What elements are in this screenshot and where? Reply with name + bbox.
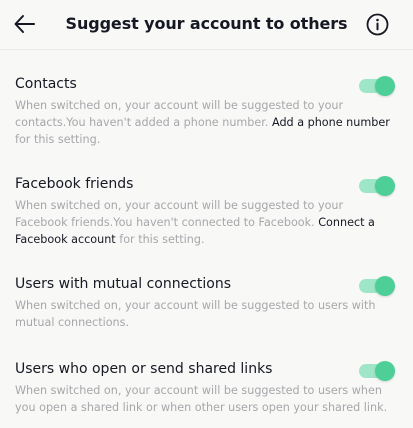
setting-label: Users who open or send shared links xyxy=(15,361,273,377)
back-button[interactable] xyxy=(12,11,38,37)
contacts-toggle[interactable] xyxy=(359,76,395,96)
suggest-account-screen: Suggest your account to others Contacts … xyxy=(0,0,413,428)
toggle-knob xyxy=(375,361,395,381)
toggle-knob xyxy=(375,276,395,296)
add-phone-number-link[interactable]: Add a phone number xyxy=(272,116,390,129)
description-suffix: for this setting. xyxy=(115,233,205,246)
facebook-friends-toggle[interactable] xyxy=(359,176,395,196)
setting-description: When switched on, your account will be s… xyxy=(15,97,393,148)
toggle-knob xyxy=(375,176,395,196)
setting-label: Users with mutual connections xyxy=(15,276,232,292)
setting-mutual-connections: Users with mutual connections When switc… xyxy=(15,276,395,332)
setting-description: When switched on, your account will be s… xyxy=(15,197,393,248)
header-bar: Suggest your account to others xyxy=(0,0,413,50)
toggle-knob xyxy=(375,76,395,96)
setting-facebook-friends: Facebook friends When switched on, your … xyxy=(15,176,395,246)
setting-shared-links: Users who open or send shared links When… xyxy=(15,361,395,417)
info-button[interactable] xyxy=(366,13,389,36)
setting-description: When switched on, your account will be s… xyxy=(15,299,376,329)
setting-label: Contacts xyxy=(15,76,77,92)
setting-description: When switched on, your account will be s… xyxy=(15,384,388,414)
arrow-left-icon xyxy=(14,15,35,33)
description-suffix: for this setting. xyxy=(15,133,101,146)
mutual-connections-toggle[interactable] xyxy=(359,276,395,296)
setting-label: Facebook friends xyxy=(15,176,134,192)
description-text: When switched on, your account will be s… xyxy=(15,199,344,229)
shared-links-toggle[interactable] xyxy=(359,361,395,381)
page-title: Suggest your account to others xyxy=(65,14,348,33)
info-circle-icon xyxy=(366,13,389,36)
setting-contacts: Contacts When switched on, your account … xyxy=(15,76,395,146)
